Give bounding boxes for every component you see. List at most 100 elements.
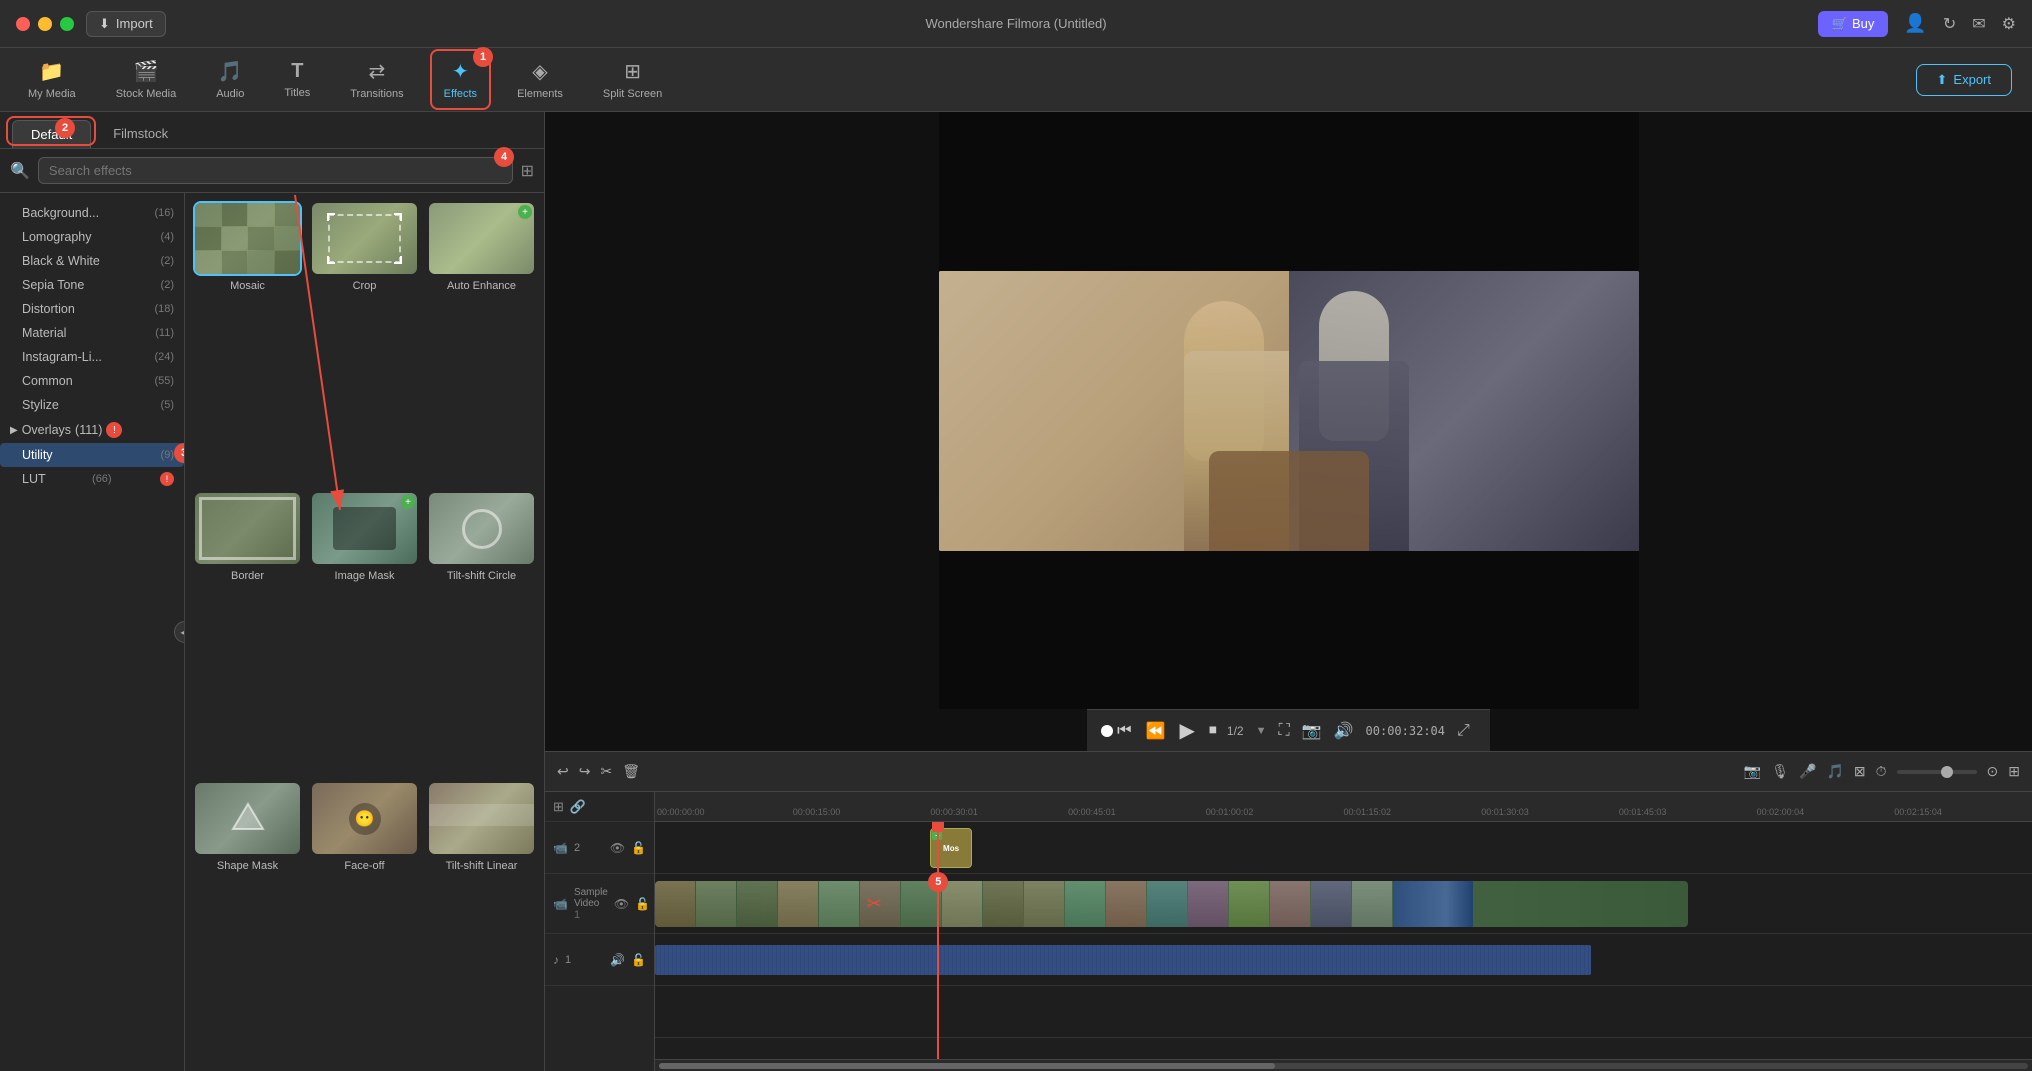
music-button[interactable]: 🎵 <box>1826 763 1843 780</box>
category-black-white[interactable]: Black & White (2) <box>0 249 184 273</box>
grid-button[interactable]: ⊞ <box>2008 763 2020 780</box>
account-icon[interactable]: 👤 <box>1904 13 1926 34</box>
toolbar-titles[interactable]: T Titles <box>276 56 318 103</box>
minimize-button[interactable] <box>38 17 52 31</box>
stop-button[interactable]: ⏹ <box>1209 722 1217 740</box>
expand-icon[interactable]: ⤢ <box>1457 722 1470 740</box>
fullscreen-icon[interactable]: ⛶ <box>1278 722 1289 740</box>
camera-button[interactable]: 📷 <box>1744 763 1761 780</box>
timeline-ruler[interactable]: 00:00:00:00 00:00:15:00 00:00:30:01 00:0… <box>655 792 2032 822</box>
toolbar-effects[interactable]: ✦ Effects 1 <box>436 55 485 104</box>
progress-handle[interactable] <box>1101 725 1113 737</box>
image-mask-add-icon: + <box>401 495 415 509</box>
effect-thumb-face-off[interactable]: 😶 <box>310 781 419 856</box>
track-row-a1[interactable] <box>655 934 2032 986</box>
toolbar-transitions[interactable]: ⇄ Transitions <box>342 55 411 104</box>
link-icon[interactable]: 🔗 <box>570 799 586 815</box>
track-a1-speaker-icon[interactable]: 🔊 <box>610 953 625 967</box>
cut-button[interactable]: ✂ <box>600 763 612 780</box>
category-stylize[interactable]: Stylize (5) <box>0 393 184 417</box>
effect-auto-enhance[interactable]: + Auto Enhance <box>427 201 536 483</box>
fit-button[interactable]: ⊙ <box>1987 763 1999 780</box>
category-lomography[interactable]: Lomography (4) <box>0 225 184 249</box>
import-button[interactable]: ⬇ Import <box>86 11 166 37</box>
audio-clip[interactable] <box>655 945 1591 975</box>
voice-button[interactable]: 🎤 <box>1799 763 1816 780</box>
effects-icon: ✦ <box>452 59 469 84</box>
effect-thumb-tilt-circle[interactable] <box>427 491 536 566</box>
effect-border[interactable]: Border <box>193 491 302 773</box>
toolbar-elements[interactable]: ◈ Elements <box>509 55 571 104</box>
category-background[interactable]: Background... (16) <box>0 201 184 225</box>
effect-clip-mosaic[interactable]: Mos + <box>930 828 971 868</box>
category-common[interactable]: Common (55) <box>0 369 184 393</box>
track-v1-num: 1 <box>574 909 608 921</box>
category-instagram[interactable]: Instagram-Li... (24) <box>0 345 184 369</box>
grid-view-icon[interactable]: ⊞ <box>521 161 534 181</box>
track-v2-eye-icon[interactable]: 👁 <box>610 841 625 855</box>
undo-button[interactable]: ↩ <box>557 763 569 780</box>
effect-image-mask[interactable]: + Image Mask <box>310 491 419 773</box>
effect-shape-mask[interactable]: Shape Mask <box>193 781 302 1063</box>
effect-tilt-shift-linear[interactable]: Tilt-shift Linear <box>427 781 536 1063</box>
effect-thumb-shape-mask[interactable] <box>193 781 302 856</box>
effect-tilt-linear-label: Tilt-shift Linear <box>446 860 518 872</box>
video-clip[interactable]: ✂ <box>655 881 1688 927</box>
settings-icon[interactable]: ⚙ <box>2002 14 2016 34</box>
track-row-v1[interactable]: ✂ <box>655 874 2032 934</box>
close-button[interactable] <box>16 17 30 31</box>
timecode-0: 00:00:00:00 <box>657 807 705 817</box>
play-button[interactable]: ▶ <box>1180 718 1195 743</box>
speed-button[interactable]: ⏱ <box>1876 763 1887 780</box>
toolbar-split-screen[interactable]: ⊞ Split Screen <box>595 55 670 104</box>
mic-button[interactable]: 🎙 <box>1771 763 1789 780</box>
toolbar-stock-media[interactable]: 🎬 Stock Media <box>108 55 185 104</box>
category-utility[interactable]: Utility (9) 3 <box>0 443 184 467</box>
screenshot-icon[interactable]: 📷 <box>1302 721 1322 741</box>
effect-thumb-crop[interactable] <box>310 201 419 276</box>
track-v1-eye-icon[interactable]: 👁 <box>614 897 629 911</box>
redo-button[interactable]: ↪ <box>579 763 591 780</box>
snap-icon[interactable]: ⊞ <box>553 799 564 815</box>
collapse-panel-arrow[interactable]: ◀ <box>174 621 185 643</box>
track-v2-lock-icon[interactable]: 🔓 <box>631 841 646 855</box>
effect-thumb-auto-enhance[interactable]: + <box>427 201 536 276</box>
effect-mosaic[interactable]: Mosaic <box>193 201 302 483</box>
timeline-toolbar: ↩ ↪ ✂ 🗑 📷 🎙 🎤 🎵 ⊠ ⏱ ⊙ ⊞ <box>545 752 2032 792</box>
maximize-button[interactable] <box>60 17 74 31</box>
search-input[interactable] <box>38 157 513 184</box>
rewind-button[interactable]: ⏮ <box>1117 722 1131 740</box>
tab-default[interactable]: Default <box>12 120 91 148</box>
frame-back-button[interactable]: ⏪ <box>1146 721 1166 741</box>
effect-face-off[interactable]: 😶 Face-off <box>310 781 419 1063</box>
category-overlays[interactable]: ▶ Overlays (111) ! <box>0 417 184 443</box>
zoom-slider[interactable] <box>1897 770 1977 774</box>
toolbar-audio[interactable]: 🎵 Audio <box>208 55 252 104</box>
effect-tilt-shift-circle[interactable]: Tilt-shift Circle <box>427 491 536 773</box>
effect-thumb-image-mask[interactable]: + <box>310 491 419 566</box>
effect-thumb-border[interactable] <box>193 491 302 566</box>
scrollbar-thumb[interactable] <box>659 1063 1275 1069</box>
category-sepia-tone[interactable]: Sepia Tone (2) <box>0 273 184 297</box>
effect-crop[interactable]: Crop <box>310 201 419 483</box>
export-button[interactable]: ⬆ Export <box>1916 64 2012 96</box>
refresh-icon[interactable]: ↻ <box>1943 14 1956 34</box>
category-distortion[interactable]: Distortion (18) <box>0 297 184 321</box>
track-a1-lock-icon[interactable]: 🔓 <box>631 953 646 967</box>
volume-icon[interactable]: 🔊 <box>1334 721 1354 741</box>
zoom-handle[interactable] <box>1941 766 1953 778</box>
delete-button[interactable]: 🗑 <box>622 763 640 780</box>
effect-thumb-mosaic[interactable] <box>193 201 302 276</box>
track-v1-lock-icon[interactable]: 🔓 <box>635 897 650 911</box>
audio-label: Audio <box>216 88 244 100</box>
effect-thumb-tilt-linear[interactable] <box>427 781 536 856</box>
toolbar-my-media[interactable]: 📁 My Media <box>20 55 84 104</box>
tab-filmstock[interactable]: Filmstock <box>95 120 186 148</box>
mail-icon[interactable]: ✉ <box>1972 14 1985 34</box>
buy-button[interactable]: 🛒 Buy <box>1818 11 1889 37</box>
track-row-v2[interactable]: Mos + <box>655 822 2032 874</box>
category-lut[interactable]: LUT (66) ! <box>0 467 184 491</box>
category-material[interactable]: Material (11) <box>0 321 184 345</box>
timeline-scrollbar[interactable] <box>655 1059 2032 1071</box>
detach-audio-button[interactable]: ⊠ <box>1854 763 1866 780</box>
